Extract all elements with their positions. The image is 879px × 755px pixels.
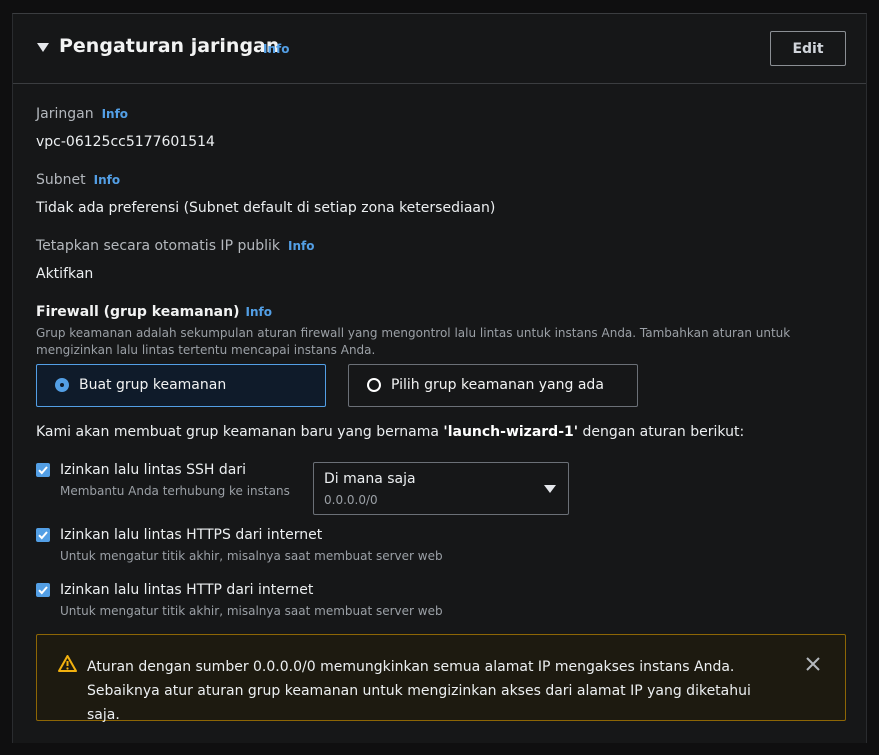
warning-icon xyxy=(58,655,77,676)
close-icon[interactable] xyxy=(805,656,821,676)
subnet-label: Subnet Info xyxy=(36,172,121,188)
radio-label: Pilih grup keamanan yang ada xyxy=(391,377,604,393)
edit-button[interactable]: Edit xyxy=(770,31,846,66)
warning-alert: Aturan dengan sumber 0.0.0.0/0 memungkin… xyxy=(36,634,846,723)
section-title[interactable]: Pengaturan jaringan xyxy=(59,35,279,57)
checkbox-checked-icon[interactable] xyxy=(36,463,50,477)
subnet-value: Tidak ada preferensi (Subnet default di … xyxy=(36,200,496,216)
radio-selected-icon[interactable] xyxy=(55,378,69,392)
security-group-name: 'launch-wizard-1' xyxy=(443,424,579,440)
warning-text: Aturan dengan sumber 0.0.0.0/0 memungkin… xyxy=(87,659,751,723)
rule-description: Membantu Anda terhubung ke instans xyxy=(60,484,290,498)
public-ip-label: Tetapkan secara otomatis IP publik Info xyxy=(36,238,315,254)
ssh-source-select[interactable]: Di mana saja 0.0.0.0/0 xyxy=(313,462,569,515)
rule-description: Untuk mengatur titik akhir, misalnya saa… xyxy=(60,604,443,618)
select-cidr: 0.0.0.0/0 xyxy=(324,493,378,507)
network-settings-panel: Pengaturan jaringan Info Edit Jaringan In… xyxy=(12,13,867,743)
network-value: vpc-06125cc5177601514 xyxy=(36,134,215,150)
checkbox-checked-icon[interactable] xyxy=(36,528,50,542)
select-existing-security-group-option[interactable]: Pilih grup keamanan yang ada xyxy=(348,364,638,407)
collapse-caret-icon[interactable] xyxy=(37,43,49,52)
firewall-info-link[interactable]: Info xyxy=(246,305,272,319)
public-ip-info-link[interactable]: Info xyxy=(288,239,314,253)
radio-label: Buat grup keamanan xyxy=(79,377,227,393)
checkbox-checked-icon[interactable] xyxy=(36,583,50,597)
firewall-description: Grup keamanan adalah sekumpulan aturan f… xyxy=(36,326,791,357)
section-header: Pengaturan jaringan Info Edit xyxy=(13,14,866,84)
firewall-title: Firewall (grup keamanan) Info xyxy=(36,304,272,320)
rule-title: Izinkan lalu lintas HTTP dari internet xyxy=(60,582,314,598)
radio-unselected-icon[interactable] xyxy=(367,378,381,392)
public-ip-value: Aktifkan xyxy=(36,266,94,282)
rule-title: Izinkan lalu lintas HTTPS dari internet xyxy=(60,527,323,543)
network-label: Jaringan Info xyxy=(36,106,129,122)
chevron-down-icon xyxy=(544,485,556,493)
network-info-link[interactable]: Info xyxy=(102,107,128,121)
rule-description: Untuk mengatur titik akhir, misalnya saa… xyxy=(60,549,443,563)
security-group-notice: Kami akan membuat grup keamanan baru yan… xyxy=(36,424,745,440)
subnet-info-link[interactable]: Info xyxy=(94,173,120,187)
select-value: Di mana saja xyxy=(324,471,416,487)
section-info-link[interactable]: Info xyxy=(263,42,289,56)
rule-title: Izinkan lalu lintas SSH dari xyxy=(60,462,247,478)
create-security-group-option[interactable]: Buat grup keamanan xyxy=(36,364,326,407)
